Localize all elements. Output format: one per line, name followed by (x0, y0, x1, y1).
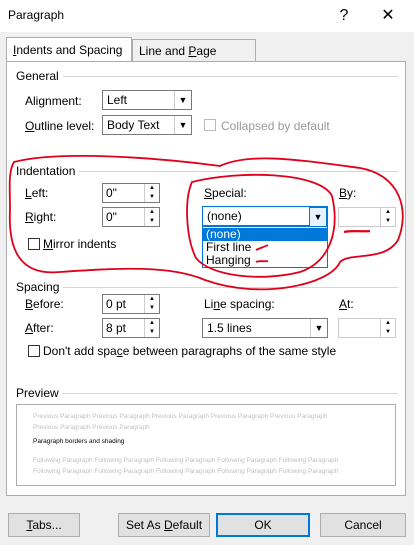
spin-up-icon[interactable]: ▲ (381, 319, 395, 328)
close-button[interactable]: ✕ (374, 4, 402, 28)
before-value: 0 pt (106, 297, 127, 311)
alignment-value: Left (107, 93, 128, 107)
special-value: (none) (207, 209, 242, 223)
by-label: By: (339, 186, 357, 200)
window-title: Paragraph (8, 8, 65, 22)
alignment-label: Alignment: (25, 94, 82, 108)
by-spinner[interactable]: ▲ ▼ (338, 207, 396, 227)
at-label: At: (339, 297, 354, 311)
collapsed-checkbox[interactable] (204, 119, 216, 131)
left-indent-label: Left: (25, 186, 49, 200)
preview-heading: Preview (16, 386, 63, 400)
tabs-button[interactable]: Tabs... (8, 513, 80, 537)
special-label: Special: (204, 186, 247, 200)
outline-level-label: Outline level: (25, 119, 95, 133)
spin-down-icon[interactable]: ▼ (381, 217, 395, 226)
preview-previous-text-2: Previous Paragraph Previous Paragraph (33, 424, 150, 431)
preview-following-text-2: Following Paragraph Following Paragraph … (33, 468, 339, 475)
at-spinner[interactable]: ▲ ▼ (338, 318, 396, 338)
spin-up-icon[interactable]: ▲ (145, 208, 159, 217)
preview-box: Previous Paragraph Previous Paragraph Pr… (16, 404, 396, 486)
tab-line-and-page-breaks[interactable]: Line and Page Breaks (132, 39, 256, 80)
general-rule (16, 76, 398, 77)
before-spinner[interactable]: 0 pt ▲ ▼ (102, 294, 160, 314)
right-indent-spinner[interactable]: 0" ▲ ▼ (102, 207, 160, 227)
collapsed-label: Collapsed by default (221, 119, 330, 133)
right-indent-label: Right: (25, 210, 57, 224)
special-dropdown-list: (none) First line Hanging (202, 226, 328, 268)
after-label: After: (25, 321, 54, 335)
spin-up-icon[interactable]: ▲ (145, 319, 159, 328)
line-spacing-label: Line spacing: (204, 297, 275, 311)
tab-indents-and-spacing[interactable]: Indents and Spacing (6, 37, 132, 61)
set-as-default-button[interactable]: Set As Default (118, 513, 210, 537)
spin-down-icon[interactable]: ▼ (381, 328, 395, 337)
line-spacing-select[interactable]: 1.5 lines ▼ (202, 318, 328, 338)
spacing-heading: Spacing (16, 280, 64, 294)
tab-label: Indents and Spacing (13, 43, 123, 57)
outline-level-value: Body Text (107, 118, 160, 132)
ok-button[interactable]: OK (216, 513, 310, 537)
mirror-indents-checkbox[interactable] (28, 238, 40, 250)
chevron-down-icon: ▼ (174, 91, 191, 109)
dont-add-space-checkbox[interactable] (28, 345, 40, 357)
spin-down-icon[interactable]: ▼ (145, 304, 159, 313)
set-as-default-label: Set As Default (125, 518, 203, 532)
cancel-button[interactable]: Cancel (320, 513, 406, 537)
line-spacing-value: 1.5 lines (207, 321, 252, 335)
chevron-down-icon: ▼ (174, 116, 191, 134)
special-select[interactable]: (none) ▼ (202, 206, 328, 227)
left-indent-value: 0" (106, 186, 117, 200)
preview-following-text: Following Paragraph Following Paragraph … (33, 457, 339, 464)
help-button[interactable]: ? (330, 4, 358, 28)
dont-add-space-label: Don't add space between paragraphs of th… (43, 344, 337, 358)
preview-rule (16, 393, 398, 394)
mirror-indents-label: Mirror indents (43, 237, 117, 251)
spin-up-icon[interactable]: ▲ (145, 295, 159, 304)
spin-down-icon[interactable]: ▼ (145, 193, 159, 202)
chevron-down-icon: ▼ (309, 207, 327, 227)
after-value: 8 pt (106, 321, 127, 335)
alignment-select[interactable]: Left ▼ (102, 90, 192, 110)
spacing-rule (16, 287, 398, 288)
spin-up-icon[interactable]: ▲ (381, 208, 395, 217)
spin-down-icon[interactable]: ▼ (145, 328, 159, 337)
before-label: Before: (25, 297, 64, 311)
preview-sample-text: Paragraph borders and shading (33, 438, 125, 445)
left-indent-spinner[interactable]: 0" ▲ ▼ (102, 183, 160, 203)
preview-previous-text: Previous Paragraph Previous Paragraph Pr… (33, 413, 328, 420)
indentation-heading: Indentation (16, 164, 80, 178)
chevron-down-icon: ▼ (310, 319, 327, 337)
after-spinner[interactable]: 8 pt ▲ ▼ (102, 318, 160, 338)
general-heading: General (16, 69, 63, 83)
spin-down-icon[interactable]: ▼ (145, 217, 159, 226)
outline-level-select[interactable]: Body Text ▼ (102, 115, 192, 135)
special-option-hanging[interactable]: Hanging (203, 254, 327, 267)
spin-up-icon[interactable]: ▲ (145, 184, 159, 193)
tabs-button-label: Tabs... (26, 518, 62, 532)
right-indent-value: 0" (106, 210, 117, 224)
